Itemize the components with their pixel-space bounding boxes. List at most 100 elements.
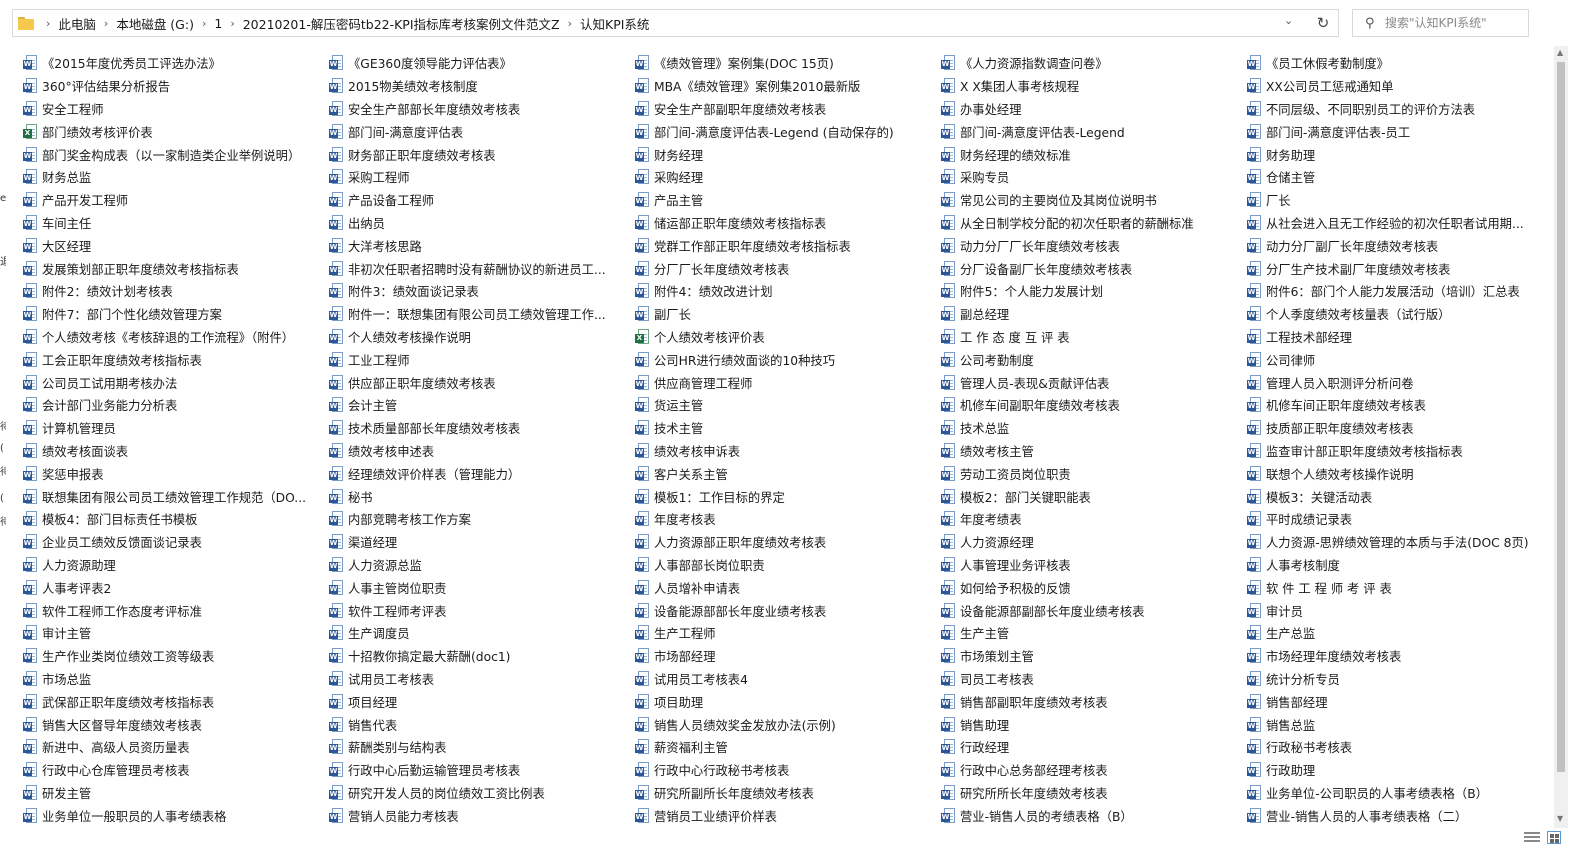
file-item[interactable]: W 公司HR进行绩效面谈的10种技巧 — [635, 348, 941, 371]
file-item[interactable]: W 市场部经理 — [635, 645, 941, 668]
file-item[interactable]: W 行政中心后勤运输管理员考核表 — [329, 759, 635, 782]
file-item[interactable]: W 秘书 — [329, 485, 635, 508]
file-item[interactable]: W 《绩效管理》案例集(DOC 15页) — [635, 52, 941, 75]
file-item[interactable]: W 项目经理 — [329, 690, 635, 713]
file-item[interactable]: W 项目助理 — [635, 690, 941, 713]
file-item[interactable]: W 公司考勤制度 — [941, 348, 1247, 371]
file-item[interactable]: W 行政中心行政秘书考核表 — [635, 759, 941, 782]
file-item[interactable]: W 《GE360度领导能力评估表》 — [329, 52, 635, 75]
file-item[interactable]: W 产品主管 — [635, 189, 941, 212]
file-item[interactable]: W 人事考核制度 — [1247, 554, 1548, 577]
file-item[interactable]: W 行政经理 — [941, 736, 1247, 759]
file-item[interactable]: W 人员增补申请表 — [635, 576, 941, 599]
file-item[interactable]: W 年度考绩表 — [941, 508, 1247, 531]
file-item[interactable]: W 联想个人绩效考核操作说明 — [1247, 462, 1548, 485]
file-item[interactable]: W 业务单位-公司职员的人事考绩表格（B） — [1247, 782, 1548, 805]
file-item[interactable]: W 附件5：个人能力发展计划 — [941, 280, 1247, 303]
file-item[interactable]: W 副厂长 — [635, 303, 941, 326]
file-item[interactable]: W 财务经理 — [635, 143, 941, 166]
file-item[interactable]: W 司员工考核表 — [941, 668, 1247, 691]
file-item[interactable]: W 常见公司的主要岗位及其岗位说明书 — [941, 189, 1247, 212]
breadcrumb-item[interactable]: 此电脑 — [58, 14, 96, 33]
file-item[interactable]: W 设备能源部部长年度业绩考核表 — [635, 599, 941, 622]
file-item[interactable]: W 公司律师 — [1247, 348, 1548, 371]
file-item[interactable]: W 储运部正职年度绩效考核指标表 — [635, 212, 941, 235]
file-item[interactable]: W 研究开发人员的岗位绩效工资比例表 — [329, 782, 635, 805]
file-item[interactable]: W 营销人员能力考核表 — [329, 804, 635, 827]
chevron-down-icon[interactable]: ⌄ — [1284, 14, 1293, 27]
file-item[interactable]: W 研究所副所长年度绩效考核表 — [635, 782, 941, 805]
file-item[interactable]: W 设备能源部副部长年度业绩考核表 — [941, 599, 1247, 622]
file-item[interactable]: W 市场策划主管 — [941, 645, 1247, 668]
file-item[interactable]: W 非初次任职者招聘时没有薪酬协议的新进员工... — [329, 257, 635, 280]
file-item[interactable]: W X X集团人事考核规程 — [941, 75, 1247, 98]
refresh-button[interactable]: ↻ — [1312, 12, 1334, 34]
file-item[interactable]: W 《员工休假考勤制度》 — [1247, 52, 1548, 75]
file-item[interactable]: W 营业-销售人员的考绩表格（B） — [941, 804, 1247, 827]
file-item[interactable]: W 市场总监 — [23, 668, 329, 691]
file-item[interactable]: W 绩效考核申诉表 — [635, 440, 941, 463]
address-bar[interactable]: › 此电脑 › 本地磁盘 (G:) › 1 › 20210201-解压密码tb22-KPI指标… — [12, 9, 1339, 37]
file-item[interactable]: W 工程技术部经理 — [1247, 326, 1548, 349]
breadcrumb-chevron-icon[interactable]: › — [222, 17, 242, 30]
file-item[interactable]: W 安全生产部副职年度绩效考核表 — [635, 98, 941, 121]
breadcrumb-item[interactable]: 1 — [214, 16, 222, 31]
file-item[interactable]: W 2015物美绩效考核制度 — [329, 75, 635, 98]
file-item[interactable]: W 研究所所长年度绩效考核表 — [941, 782, 1247, 805]
file-item[interactable]: W 模板4：部门目标责任书模板 — [23, 508, 329, 531]
file-item[interactable]: W 技质部正职年度绩效考核表 — [1247, 417, 1548, 440]
file-item[interactable]: W 产品开发工程师 — [23, 189, 329, 212]
file-item[interactable]: W 人力资源-思辨绩效管理的本质与手法(DOC 8页) — [1247, 531, 1548, 554]
file-item[interactable]: W 部门间-满意度评估表-员工 — [1247, 120, 1548, 143]
file-item[interactable]: W 不同层级、不同职别员工的评价方法表 — [1247, 98, 1548, 121]
file-item[interactable]: W 党群工作部正职年度绩效考核指标表 — [635, 234, 941, 257]
file-item[interactable]: W 监查审计部正职年度绩效考核指标表 — [1247, 440, 1548, 463]
file-item[interactable]: W 统计分析专员 — [1247, 668, 1548, 691]
file-item[interactable]: W 《人力资源指数调查问卷》 — [941, 52, 1247, 75]
file-item[interactable]: W 财务部正职年度绩效考核表 — [329, 143, 635, 166]
file-item[interactable]: W 安全生产部部长年度绩效考核表 — [329, 98, 635, 121]
file-item[interactable]: W 管理人员-表现&贡献评估表 — [941, 371, 1247, 394]
file-item[interactable]: W 人力资源总监 — [329, 554, 635, 577]
file-item[interactable]: W 经理绩效评价样表（管理能力） — [329, 462, 635, 485]
file-item[interactable]: W 薪资福利主管 — [635, 736, 941, 759]
file-item[interactable]: W 生产作业类岗位绩效工资等级表 — [23, 645, 329, 668]
file-item[interactable]: W 绩效考核主管 — [941, 440, 1247, 463]
file-item[interactable]: W 分厂生产技术副厂年度绩效考核表 — [1247, 257, 1548, 280]
file-item[interactable]: W 人力资源部正职年度绩效考核表 — [635, 531, 941, 554]
file-item[interactable]: W 发展策划部正职年度绩效考核指标表 — [23, 257, 329, 280]
file-item[interactable]: W 新进中、高级人员资历量表 — [23, 736, 329, 759]
file-item[interactable]: W 渠道经理 — [329, 531, 635, 554]
file-item[interactable]: W 销售总监 — [1247, 713, 1548, 736]
file-item[interactable]: W 会计主管 — [329, 394, 635, 417]
file-item[interactable]: W 部门间-满意度评估表-Legend — [941, 120, 1247, 143]
file-item[interactable]: W XX公司员工惩戒通知单 — [1247, 75, 1548, 98]
file-item[interactable]: W 审计员 — [1247, 599, 1548, 622]
large-icons-view-icon[interactable] — [1547, 831, 1561, 844]
file-item[interactable]: W 厂长 — [1247, 189, 1548, 212]
file-item[interactable]: W 行政秘书考核表 — [1247, 736, 1548, 759]
file-item[interactable]: W 产品设备工程师 — [329, 189, 635, 212]
details-view-icon[interactable] — [1524, 831, 1540, 844]
vertical-scrollbar[interactable]: ▲ ▼ — [1554, 46, 1568, 828]
breadcrumb-chevron-icon[interactable]: › — [194, 17, 214, 30]
file-item[interactable]: W 销售代表 — [329, 713, 635, 736]
file-item[interactable]: W 大洋考核思路 — [329, 234, 635, 257]
file-item[interactable]: W 附件一：联想集团有限公司员工绩效管理工作... — [329, 303, 635, 326]
file-item[interactable]: W 生产主管 — [941, 622, 1247, 645]
file-item[interactable]: W 人力资源经理 — [941, 531, 1247, 554]
file-item[interactable]: W 奖惩申报表 — [23, 462, 329, 485]
file-item[interactable]: W 办事处经理 — [941, 98, 1247, 121]
file-item[interactable]: W 行政中心总务部经理考核表 — [941, 759, 1247, 782]
file-item[interactable]: W 部门间-满意度评估表 — [329, 120, 635, 143]
file-item[interactable]: W 副总经理 — [941, 303, 1247, 326]
search-box[interactable]: ⚲ — [1352, 9, 1529, 37]
breadcrumb-chevron-icon[interactable]: › — [560, 17, 580, 30]
file-item[interactable]: W 劳动工资员岗位职责 — [941, 462, 1247, 485]
file-item[interactable]: W 供应部正职年度绩效考核表 — [329, 371, 635, 394]
file-item[interactable]: W 采购经理 — [635, 166, 941, 189]
file-item[interactable]: W 会计部门业务能力分析表 — [23, 394, 329, 417]
file-item[interactable]: W 财务助理 — [1247, 143, 1548, 166]
file-item[interactable]: W 人事管理业务评核表 — [941, 554, 1247, 577]
file-item[interactable]: X 个人绩效考核评价表 — [635, 326, 941, 349]
